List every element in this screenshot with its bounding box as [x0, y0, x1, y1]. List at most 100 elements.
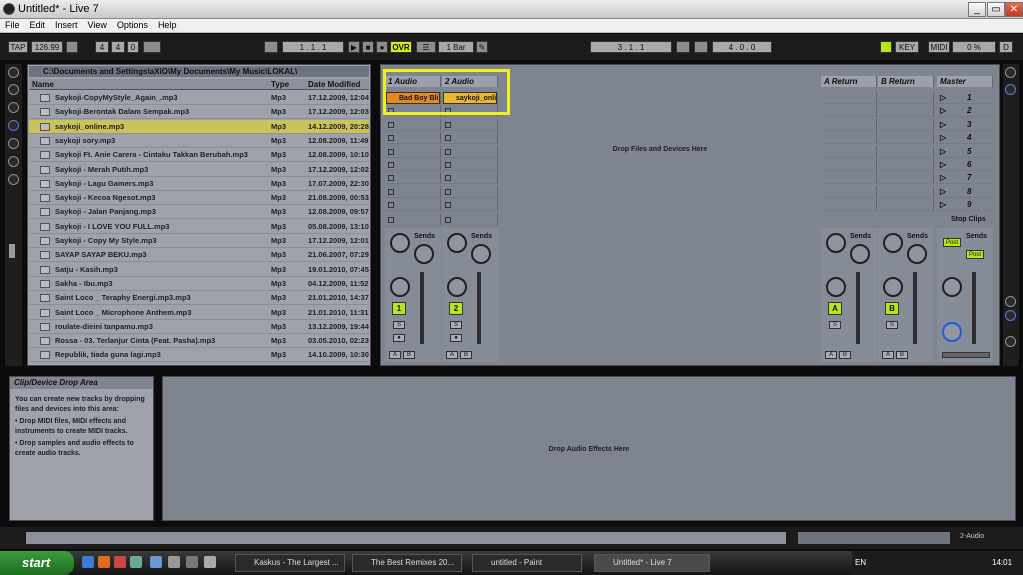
- file-row[interactable]: Saykoji-CopyMyStyle_Again_.mp3 Mp3 17.12.2…: [29, 91, 369, 105]
- file-row[interactable]: Saint Loco _ Teraphy Energi.mp3.mp3 Mp3 21…: [29, 291, 369, 306]
- maximize-button[interactable]: ▭: [987, 2, 1005, 17]
- track-activator-1[interactable]: 1: [392, 302, 406, 315]
- return-activator-a[interactable]: A: [828, 302, 842, 315]
- clip-slot[interactable]: [821, 132, 877, 145]
- file-row[interactable]: Saykoji-Berontak Dalam Sempak.mp3 Mp3 17.1…: [29, 105, 369, 120]
- app-icon[interactable]: [204, 556, 216, 568]
- scene-play-icon[interactable]: ▷: [940, 92, 946, 104]
- send-a-knob[interactable]: [390, 233, 410, 253]
- arm-button[interactable]: ●: [450, 334, 462, 342]
- clip-slot[interactable]: [821, 199, 877, 212]
- crossfade-b[interactable]: B: [460, 351, 472, 359]
- file-row[interactable]: Satju - Kasih.mp3 Mp3 19.01.2010, 07:45: [29, 263, 369, 277]
- loop-length-field[interactable]: 4 . 0 . 0: [712, 41, 772, 53]
- stop-icon[interactable]: [445, 217, 451, 223]
- metronome-field[interactable]: 0: [127, 41, 139, 53]
- close-button[interactable]: ✕: [1005, 2, 1023, 17]
- master-header[interactable]: Master: [937, 76, 993, 87]
- nudge-button[interactable]: [66, 41, 78, 53]
- arrange-view-icon[interactable]: [1005, 84, 1016, 95]
- clip-slot[interactable]: [385, 172, 441, 185]
- clip-stop-button[interactable]: [388, 175, 394, 182]
- scene-play-icon[interactable]: ▷: [940, 199, 946, 211]
- task-paint[interactable]: untitled - Paint: [472, 554, 582, 572]
- crossfade-a[interactable]: A: [446, 351, 458, 359]
- clip-stop-button[interactable]: [388, 135, 394, 142]
- file-row[interactable]: Saykoji - Copy My Style.mp3 Mp3 17.12.2009…: [29, 234, 369, 248]
- track-stop-button[interactable]: [385, 214, 441, 226]
- clip-slot[interactable]: [878, 92, 934, 104]
- scene-play-icon[interactable]: ▷: [940, 146, 946, 158]
- menu-file[interactable]: File: [0, 19, 25, 31]
- scene-launch[interactable]: ▷ 3: [937, 119, 992, 131]
- send-b-knob[interactable]: [907, 244, 927, 264]
- clip-slot[interactable]: [821, 92, 877, 104]
- firefox-icon[interactable]: [98, 556, 110, 568]
- clip-stop-button[interactable]: [445, 148, 451, 155]
- return-a-header[interactable]: A Return: [821, 76, 877, 87]
- clip-stop-button[interactable]: [445, 188, 451, 195]
- crossfade-a[interactable]: A: [882, 351, 894, 359]
- hot-swap-icon[interactable]: [8, 174, 19, 185]
- clip-slot[interactable]: [442, 159, 498, 171]
- send-b-knob[interactable]: [471, 244, 491, 264]
- file-row[interactable]: Saykoji Ft. Anie Carera - Cintaku Takkan…: [29, 148, 369, 163]
- loop-switch-icon[interactable]: [676, 41, 690, 53]
- send-a-knob[interactable]: [447, 233, 467, 253]
- task-live[interactable]: Untitled* - Live 7: [594, 554, 710, 572]
- send-b-knob[interactable]: [850, 244, 870, 264]
- clip-stop-button[interactable]: [388, 148, 394, 155]
- app-icon[interactable]: [186, 556, 198, 568]
- scene-launch[interactable]: ▷ 1: [937, 92, 992, 104]
- pan-knob[interactable]: [826, 277, 846, 297]
- stop-icon[interactable]: [388, 217, 394, 223]
- pan-knob[interactable]: [447, 277, 467, 297]
- file-row[interactable]: roulate-dieini tanpamu.mp3 Mp3 13.12.2009,…: [29, 320, 369, 334]
- plugin-browser-icon[interactable]: [8, 102, 19, 113]
- minimize-button[interactable]: _: [968, 2, 986, 17]
- clip-slot[interactable]: [442, 199, 498, 212]
- track-stop-button[interactable]: [442, 214, 498, 226]
- pan-knob[interactable]: [942, 277, 962, 297]
- clip-slot[interactable]: [821, 118, 877, 131]
- clip-slot[interactable]: [821, 172, 877, 185]
- file-row[interactable]: Saykoji - Merah Putih.mp3 Mp3 17.12.2009, …: [29, 163, 369, 177]
- file-browser-2-icon[interactable]: [8, 138, 19, 149]
- punch-icon[interactable]: [694, 41, 708, 53]
- clip-slot[interactable]: [821, 145, 877, 158]
- language-indicator[interactable]: EN: [855, 551, 866, 575]
- scene-launch[interactable]: ▷ 4: [937, 132, 992, 145]
- signature-numerator[interactable]: 4: [95, 41, 109, 53]
- follow-icon[interactable]: [264, 41, 278, 53]
- send-a-knob[interactable]: [826, 233, 846, 253]
- clip-stop-button[interactable]: [445, 175, 451, 182]
- scene-launch[interactable]: ▷ 2: [937, 105, 992, 118]
- record-button[interactable]: ●: [376, 41, 388, 53]
- clip-slot[interactable]: [821, 185, 877, 198]
- browser-scroll-thumb[interactable]: [9, 244, 15, 258]
- scene-launch[interactable]: ▷ 6: [937, 159, 992, 171]
- track-activator-2[interactable]: 2: [449, 302, 463, 315]
- solo-button[interactable]: S: [393, 321, 405, 329]
- overview-bar[interactable]: [798, 532, 950, 544]
- crossfader[interactable]: [942, 352, 990, 358]
- scene-play-icon[interactable]: ▷: [940, 172, 946, 184]
- crossfade-b[interactable]: B: [896, 351, 908, 359]
- file-row[interactable]: Sakha - Ibu.mp3 Mp3 04.12.2009, 11:52: [29, 277, 369, 291]
- file-row[interactable]: Saykoji - I LOVE YOU FULL.mp3 Mp3 05.08.20…: [29, 220, 369, 234]
- start-button[interactable]: start: [0, 551, 74, 575]
- play-button[interactable]: ▶: [348, 41, 360, 53]
- scene-launch[interactable]: ▷ 7: [937, 172, 992, 185]
- crossfade-b[interactable]: B: [839, 351, 851, 359]
- file-browser-1-icon[interactable]: [8, 120, 19, 131]
- cue-volume-knob[interactable]: [942, 322, 962, 342]
- solo-button[interactable]: S: [450, 321, 462, 329]
- scene-play-icon[interactable]: ▷: [940, 132, 946, 144]
- send-b-knob[interactable]: [414, 244, 434, 264]
- clip-slot[interactable]: [878, 118, 934, 131]
- file-row[interactable]: saykoji sory.mp3 Mp3 12.08.2009, 11:49: [29, 134, 369, 148]
- clip-slot[interactable]: [385, 132, 441, 145]
- overdub-button[interactable]: OVR: [390, 41, 412, 53]
- task-remixes[interactable]: The Best Remixes 20...: [352, 554, 462, 572]
- clip-slot[interactable]: [442, 145, 498, 158]
